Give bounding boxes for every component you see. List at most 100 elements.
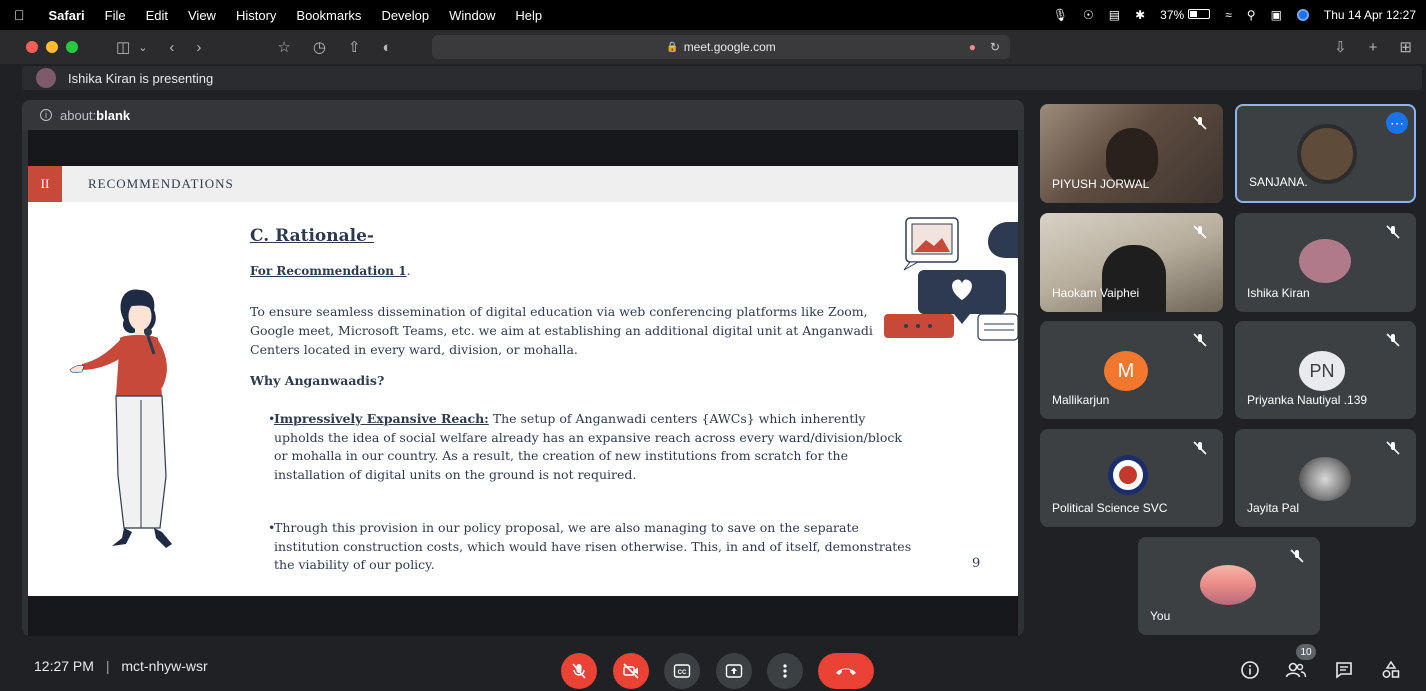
muted-mic-icon xyxy=(1290,549,1304,563)
muted-mic-icon xyxy=(1193,333,1207,347)
screen-record-icon[interactable]: ☉ xyxy=(1083,8,1094,22)
participant-name: PIYUSH JORWAL xyxy=(1052,177,1150,191)
menu-file[interactable]: File xyxy=(105,8,126,23)
bluetooth-icon[interactable]: ✱ xyxy=(1135,8,1145,22)
participant-tile[interactable]: ⋯ SANJANA. xyxy=(1235,104,1416,203)
present-icon xyxy=(725,664,743,678)
display-icon[interactable]: ▤ xyxy=(1109,8,1120,22)
activities-shapes-icon xyxy=(1382,660,1400,678)
participant-tile[interactable]: Ishika Kiran xyxy=(1235,213,1416,312)
toggle-microphone-button[interactable] xyxy=(561,653,597,689)
menu-develop[interactable]: Develop xyxy=(381,8,429,23)
participant-tile[interactable]: Political Science SVC xyxy=(1040,429,1223,527)
svg-text:CC: CC xyxy=(678,670,687,676)
presenter-avatar xyxy=(36,68,56,88)
participant-name: Ishika Kiran xyxy=(1247,286,1310,300)
participant-head xyxy=(1102,245,1166,312)
chat-bubbles-illustration xyxy=(884,217,1018,341)
slide: II RECOMMENDATIONS C. Rationale- For Rec… xyxy=(28,166,1018,596)
chat-icon xyxy=(1336,662,1352,679)
slide-title: C. Rationale- xyxy=(250,226,374,246)
people-icon xyxy=(1285,662,1307,678)
mic-off-icon xyxy=(572,663,586,679)
participant-name: Jayita Pal xyxy=(1247,501,1300,515)
wifi-icon[interactable]: ≈ xyxy=(1225,8,1232,22)
tab-microphone-icon[interactable]: ● xyxy=(969,40,976,54)
hang-up-icon xyxy=(836,668,856,675)
menu-history[interactable]: History xyxy=(236,8,276,23)
new-tab-icon[interactable]: + xyxy=(1369,39,1378,56)
more-options-badge[interactable]: ⋯ xyxy=(1386,112,1408,134)
participant-avatar xyxy=(1299,239,1351,283)
participant-name: Mallikarjun xyxy=(1052,393,1110,407)
bullet-item: • Impressively Expansive Reach: The setup… xyxy=(268,410,914,484)
muted-mic-icon xyxy=(1193,116,1207,130)
menubar-clock[interactable]: Thu 14 Apr 12:27 xyxy=(1324,8,1416,22)
battery-percent: 37% xyxy=(1160,8,1185,22)
battery-status[interactable]: 37% xyxy=(1160,8,1211,22)
participant-count-badge: 10 xyxy=(1296,644,1316,660)
share-icon[interactable]: ⇧ xyxy=(348,38,361,56)
menu-edit[interactable]: Edit xyxy=(146,8,168,23)
chat-button[interactable] xyxy=(1330,656,1358,684)
menu-app-name[interactable]: Safari xyxy=(49,8,85,23)
tab-overview-icon[interactable]: ⊞ xyxy=(1399,38,1412,56)
toggle-camera-button[interactable] xyxy=(613,653,649,689)
downloads-icon[interactable]: ⇩ xyxy=(1334,38,1347,56)
microphone-status-icon[interactable]: 🎙 xyxy=(1053,8,1068,22)
reload-icon[interactable]: ↻ xyxy=(990,40,1000,54)
bullet-dot: • xyxy=(268,520,276,535)
chevron-down-icon[interactable]: ⌄ xyxy=(138,41,147,54)
spotlight-search-icon[interactable]: ⚲ xyxy=(1247,8,1256,22)
menu-help[interactable]: Help xyxy=(515,8,542,23)
menu-window[interactable]: Window xyxy=(449,8,495,23)
activities-button[interactable] xyxy=(1377,656,1405,684)
bullet-heading: Impressively Expansive Reach: xyxy=(274,411,489,426)
forward-arrow-icon[interactable]: › xyxy=(196,39,201,56)
meeting-separator: | xyxy=(105,658,110,674)
muted-mic-icon xyxy=(1193,441,1207,455)
back-arrow-icon[interactable]: ‹ xyxy=(169,39,174,56)
present-screen-button[interactable] xyxy=(716,653,752,689)
subtitle-end: . xyxy=(406,264,411,278)
privacy-shield-icon[interactable]: ◐ xyxy=(383,39,392,56)
shared-tab-bar: i about: blank xyxy=(22,100,1024,130)
menu-view[interactable]: View xyxy=(188,8,216,23)
more-options-button[interactable] xyxy=(767,653,803,689)
minimize-window-button[interactable] xyxy=(46,41,58,53)
participant-avatar-initials: PN xyxy=(1299,351,1345,391)
muted-mic-icon xyxy=(1386,441,1400,455)
leave-call-button[interactable] xyxy=(818,653,874,689)
bookmark-star-icon[interactable]: ☆ xyxy=(277,38,290,56)
participant-tile[interactable]: M Mallikarjun xyxy=(1040,321,1223,419)
close-window-button[interactable] xyxy=(26,41,38,53)
meeting-details-button[interactable] xyxy=(1236,656,1264,684)
macos-menubar:  Safari File Edit View History Bookmark… xyxy=(0,0,1426,30)
info-icon xyxy=(1241,661,1259,679)
address-bar[interactable]: 🔒 meet.google.com ● ↻ xyxy=(432,35,1010,59)
participant-tile[interactable]: PN Priyanka Nautiyal .139 xyxy=(1235,321,1416,419)
sidebar-icon[interactable]: ◫ xyxy=(116,38,130,56)
apple-icon[interactable]:  xyxy=(14,7,25,23)
participant-tile[interactable]: Jayita Pal xyxy=(1235,429,1416,527)
section-title: RECOMMENDATIONS xyxy=(88,176,234,191)
browser-toolbar: ◫ ⌄ ‹ › ☆ ◷ ⇧ ◐ 🔒 meet.google.com ● ↻ ⇩ … xyxy=(0,30,1426,64)
history-clock-icon[interactable]: ◷ xyxy=(313,38,326,56)
menu-bookmarks[interactable]: Bookmarks xyxy=(296,8,361,23)
self-view-tile[interactable]: You xyxy=(1138,537,1320,635)
show-everyone-button[interactable] xyxy=(1282,656,1310,684)
control-center-icon[interactable]: ▣ xyxy=(1271,8,1282,22)
participant-tile[interactable]: Haokam Vaiphei xyxy=(1040,213,1223,312)
lock-icon: 🔒 xyxy=(666,41,679,53)
muted-mic-icon xyxy=(1386,225,1400,239)
more-vertical-icon xyxy=(783,664,787,678)
slide-header: II RECOMMENDATIONS xyxy=(28,166,1018,202)
info-icon[interactable]: i xyxy=(40,109,52,121)
slide-question: Why Anganwaadis? xyxy=(250,373,385,388)
participant-tile[interactable]: PIYUSH JORWAL xyxy=(1040,104,1223,203)
captions-button[interactable]: CC xyxy=(664,653,700,689)
presenting-banner: Ishika Kiran is presenting xyxy=(22,66,1422,90)
zoom-window-button[interactable] xyxy=(66,41,78,53)
participant-avatar xyxy=(1200,565,1256,605)
siri-icon[interactable] xyxy=(1296,9,1309,21)
